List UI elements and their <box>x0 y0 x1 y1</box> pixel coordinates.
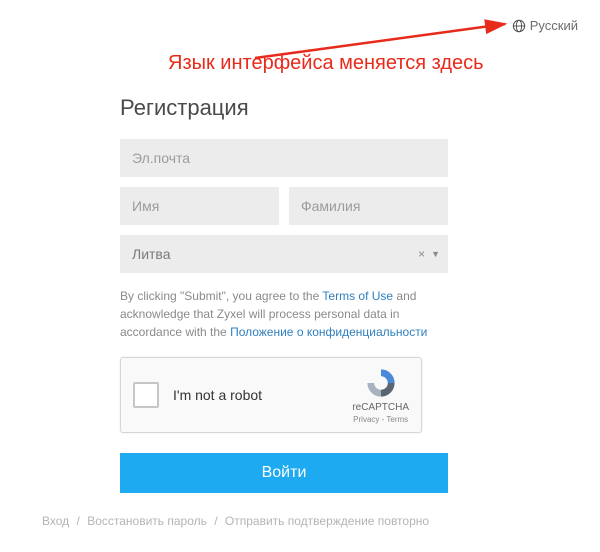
login-link[interactable]: Вход <box>42 514 69 528</box>
recaptcha-label: I'm not a robot <box>173 387 352 403</box>
chevron-down-icon[interactable]: ▼ <box>431 249 440 259</box>
recaptcha-links[interactable]: Privacy - Terms <box>353 415 408 424</box>
registration-form: Регистрация Литва × ▼ By clicking "Submi… <box>120 95 448 493</box>
country-selected-label: Литва <box>132 246 171 262</box>
last-name-field[interactable] <box>289 187 448 225</box>
resend-confirmation-link[interactable]: Отправить подтверждение повторно <box>225 514 429 528</box>
annotation-text: Язык интерфейса меняется здесь <box>168 52 580 75</box>
recaptcha-widget: I'm not a robot reCAPTCHA Privacy - Term… <box>120 357 422 433</box>
separator: / <box>214 514 217 528</box>
footer-links: Вход / Восстановить пароль / Отправить п… <box>42 514 429 528</box>
language-label: Русский <box>530 18 578 33</box>
clear-icon[interactable]: × <box>418 247 425 261</box>
country-select[interactable]: Литва × ▼ <box>120 235 448 273</box>
consent-prefix: By clicking "Submit", you agree to the <box>120 289 322 303</box>
language-switcher[interactable]: Русский <box>512 18 578 33</box>
recaptcha-brand: reCAPTCHA <box>352 402 409 413</box>
recover-password-link[interactable]: Восстановить пароль <box>87 514 207 528</box>
first-name-field[interactable] <box>120 187 279 225</box>
separator: / <box>77 514 80 528</box>
page-title: Регистрация <box>120 95 448 121</box>
terms-link[interactable]: Terms of Use <box>322 289 393 303</box>
recaptcha-checkbox[interactable] <box>133 382 159 408</box>
privacy-link[interactable]: Положение о конфиденциальности <box>230 325 427 339</box>
submit-button[interactable]: Войти <box>120 453 448 493</box>
recaptcha-icon <box>364 366 398 400</box>
consent-text: By clicking "Submit", you agree to the T… <box>120 287 448 341</box>
globe-icon <box>512 19 526 33</box>
email-field[interactable] <box>120 139 448 177</box>
